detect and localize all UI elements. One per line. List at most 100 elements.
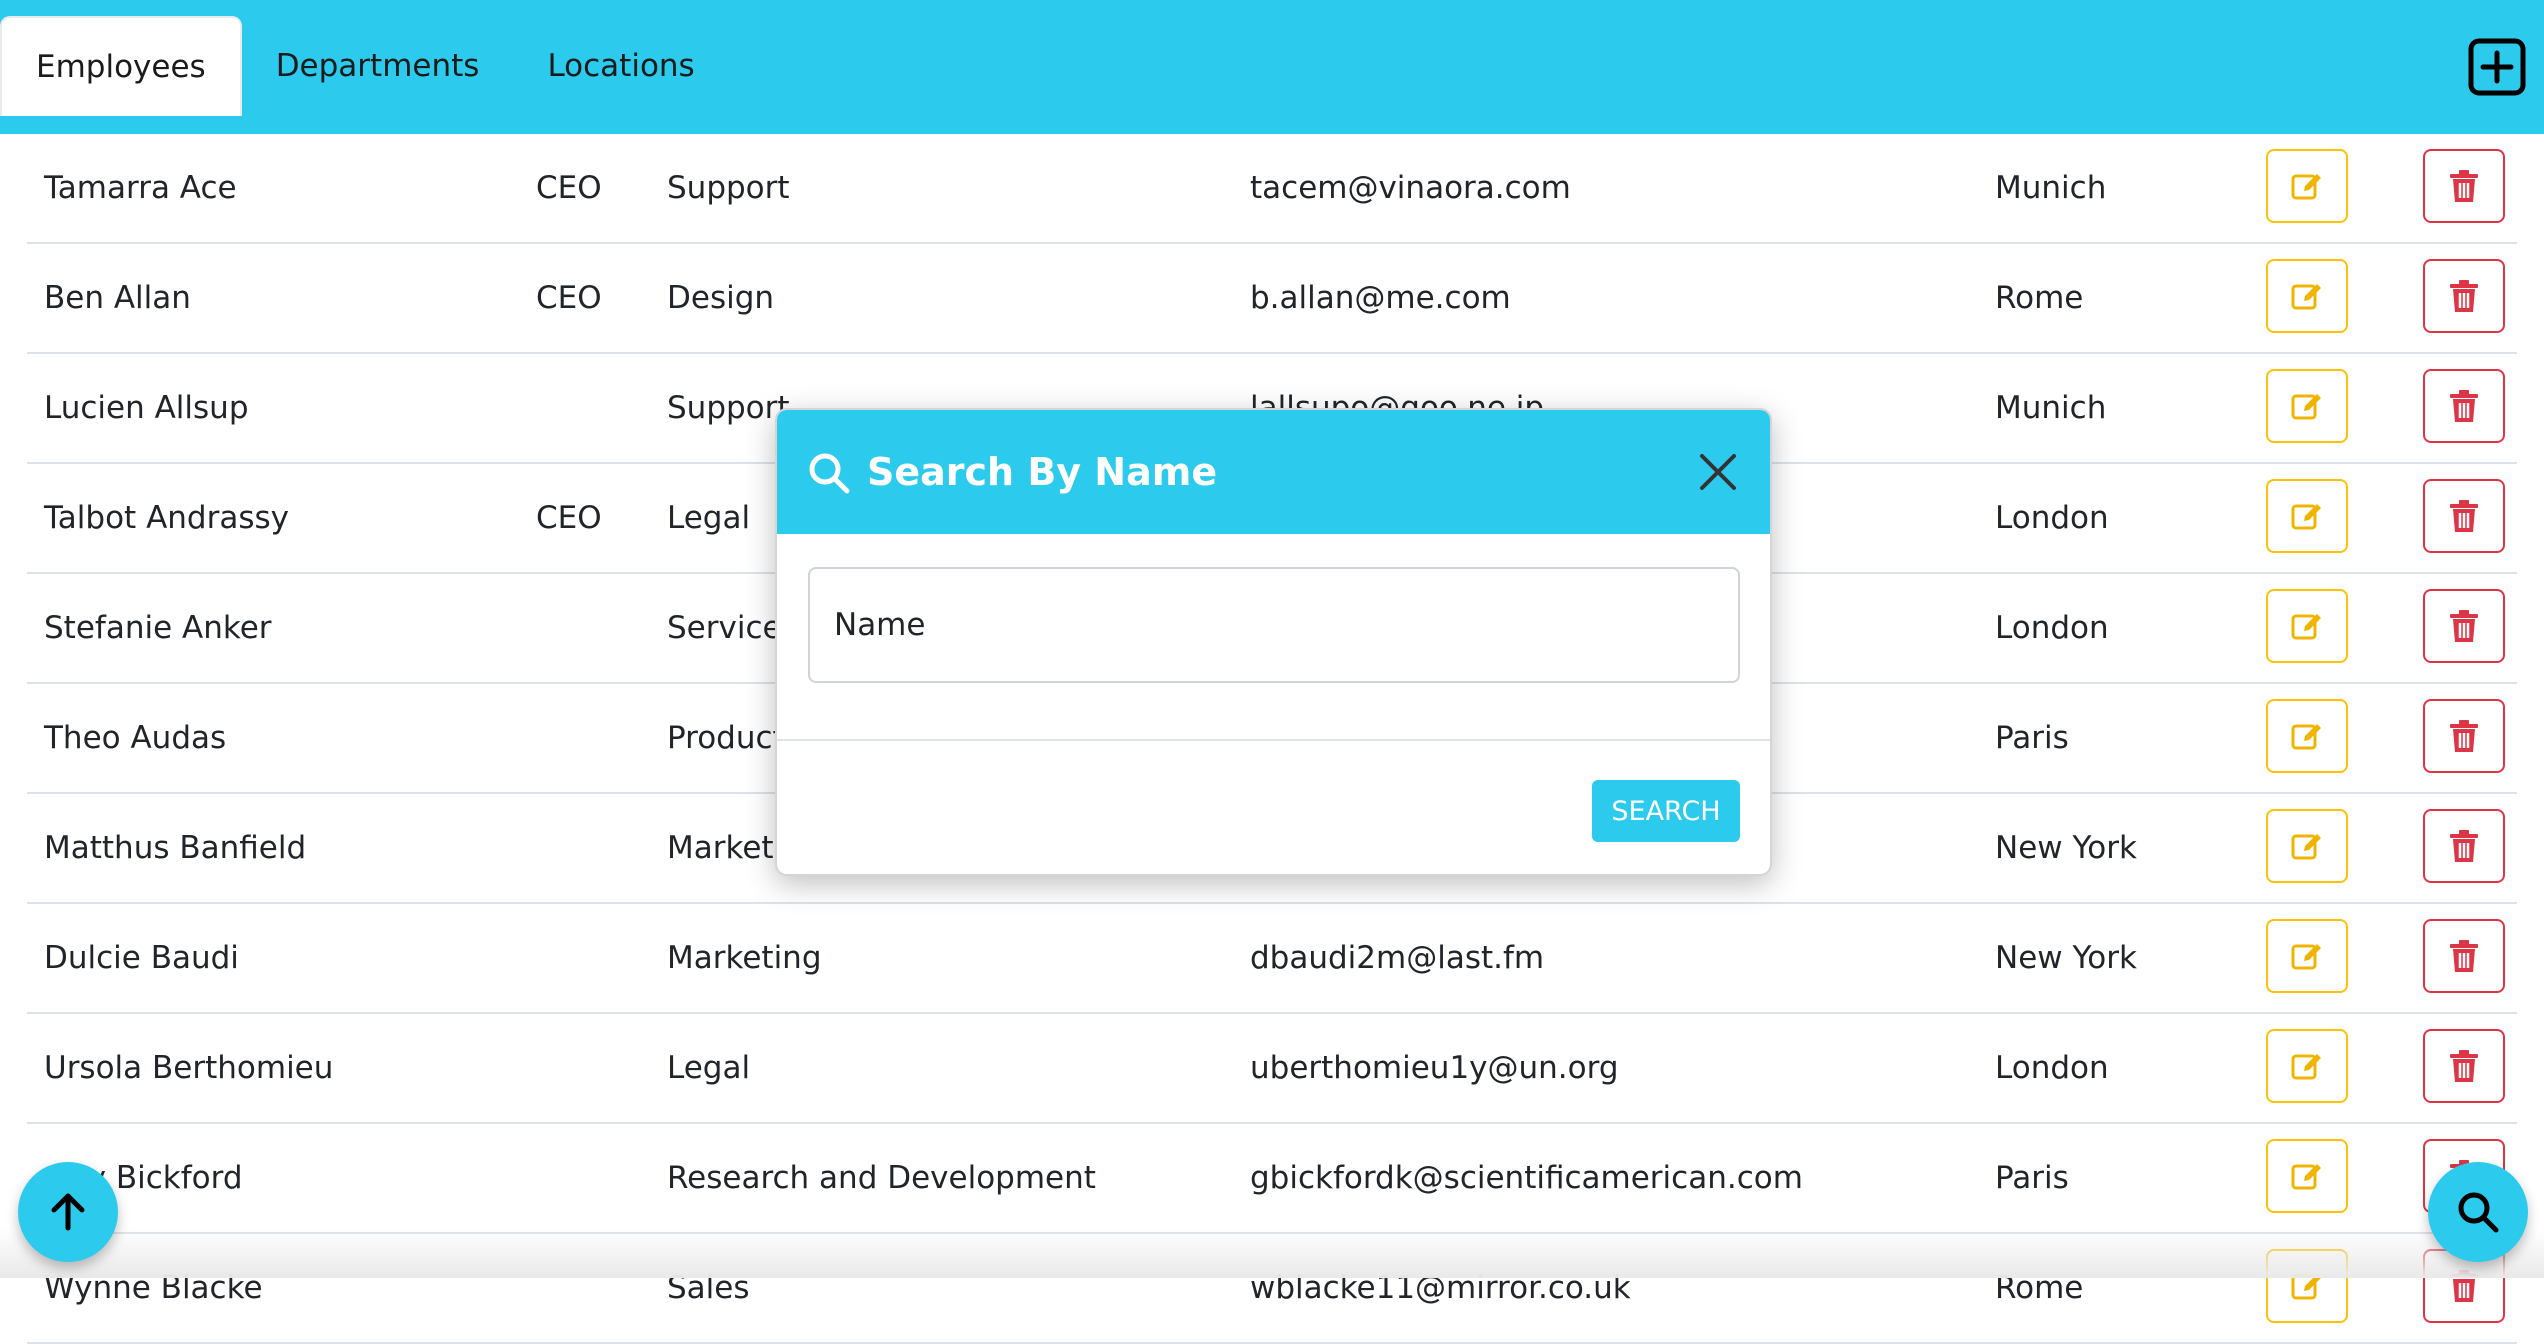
location: New York: [1995, 940, 2137, 976]
tab-locations[interactable]: Locations: [513, 16, 728, 116]
department: Legal: [667, 1050, 751, 1086]
table-row: Tamarra Ace CEO Support tacem@vinaora.com Mu…: [27, 134, 2517, 244]
table-row: Ursola Berthomieu Legal uberthomieu1y@un.o…: [27, 1014, 2517, 1124]
employee-name: Tamarra Ace: [44, 170, 237, 206]
department: Product: [667, 720, 785, 756]
location: Munich: [1995, 390, 2107, 426]
department: Marketing: [667, 940, 822, 976]
edit-button[interactable]: [2266, 589, 2348, 663]
edit-icon: [2291, 1164, 2321, 1190]
edit-button[interactable]: [2266, 479, 2348, 553]
edit-icon: [2291, 394, 2321, 420]
top-nav: Employees Departments Locations: [0, 0, 2544, 134]
edit-button[interactable]: [2266, 1139, 2348, 1213]
department: Support: [667, 170, 790, 206]
delete-button[interactable]: [2423, 809, 2505, 883]
edit-icon: [2291, 174, 2321, 200]
trash-icon: [2450, 170, 2478, 202]
delete-button[interactable]: [2423, 1029, 2505, 1103]
delete-button[interactable]: [2423, 589, 2505, 663]
employee-name: Matthus Banfield: [44, 830, 307, 866]
table-row: Ben Allan CEO Design b.allan@me.com Rome: [27, 244, 2517, 354]
modal-header: Search By Name: [777, 410, 1770, 534]
trash-icon: [2450, 940, 2478, 972]
email: tacem@vinaora.com: [1250, 170, 1571, 206]
trash-icon: [2450, 830, 2478, 862]
delete-button[interactable]: [2423, 259, 2505, 333]
department: Marketi: [667, 830, 783, 866]
edit-icon: [2291, 834, 2321, 860]
delete-button[interactable]: [2423, 479, 2505, 553]
department: Service: [667, 610, 782, 646]
modal-title: Search By Name: [867, 450, 1218, 494]
close-icon[interactable]: [1696, 450, 1740, 494]
delete-button[interactable]: [2423, 369, 2505, 443]
modal-body: [777, 534, 1770, 741]
delete-button[interactable]: [2423, 919, 2505, 993]
email: gbickfordk@scientificamerican.com: [1250, 1160, 1803, 1196]
edit-icon: [2291, 724, 2321, 750]
edit-icon: [2291, 944, 2321, 970]
trash-icon: [2450, 390, 2478, 422]
search-modal: Search By Name SEARCH: [775, 408, 1772, 876]
edit-button[interactable]: [2266, 919, 2348, 993]
tab-bar: Employees Departments Locations: [0, 16, 729, 116]
delete-button[interactable]: [2423, 149, 2505, 223]
edit-icon: [2291, 614, 2321, 640]
edit-button[interactable]: [2266, 699, 2348, 773]
edit-button[interactable]: [2266, 809, 2348, 883]
employee-name: Dulcie Baudi: [44, 940, 239, 976]
delete-button[interactable]: [2423, 699, 2505, 773]
location: London: [1995, 500, 2109, 536]
trash-icon: [2450, 500, 2478, 532]
location: Paris: [1995, 1160, 2069, 1196]
job-title: CEO: [536, 280, 602, 316]
search-icon: [809, 453, 850, 494]
department: Research and Development: [667, 1160, 1096, 1196]
email: b.allan@me.com: [1250, 280, 1511, 316]
trash-icon: [2450, 1050, 2478, 1082]
edit-button[interactable]: [2266, 369, 2348, 443]
open-search-button[interactable]: [2428, 1162, 2528, 1262]
employee-name: Theo Audas: [44, 720, 227, 756]
location: Munich: [1995, 170, 2107, 206]
tab-employees[interactable]: Employees: [0, 16, 242, 116]
department: Design: [667, 280, 775, 316]
location: Paris: [1995, 720, 2069, 756]
employee-name: Lucien Allsup: [44, 390, 249, 426]
edit-button[interactable]: [2266, 1029, 2348, 1103]
job-title: CEO: [536, 500, 602, 536]
trash-icon: [2450, 280, 2478, 312]
search-button[interactable]: SEARCH: [1592, 780, 1740, 842]
edit-icon: [2291, 504, 2321, 530]
add-button[interactable]: [2468, 38, 2526, 96]
name-search-input[interactable]: [808, 567, 1740, 683]
edit-button[interactable]: [2266, 149, 2348, 223]
employee-name: Ursola Berthomieu: [44, 1050, 334, 1086]
plus-square-icon: [2468, 38, 2526, 96]
employee-name: Ben Allan: [44, 280, 191, 316]
bottom-fade: [0, 1228, 2544, 1278]
location: Rome: [1995, 280, 2084, 316]
edit-icon: [2291, 1054, 2321, 1080]
edit-button[interactable]: [2266, 259, 2348, 333]
department: Legal: [667, 500, 751, 536]
employee-name: Stefanie Anker: [44, 610, 272, 646]
trash-icon: [2450, 720, 2478, 752]
location: London: [1995, 610, 2109, 646]
tab-departments[interactable]: Departments: [242, 16, 514, 116]
email: uberthomieu1y@un.org: [1250, 1050, 1619, 1086]
scroll-top-button[interactable]: [18, 1162, 118, 1262]
trash-icon: [2450, 610, 2478, 642]
arrow-up-icon: [51, 1193, 85, 1231]
email: dbaudi2m@last.fm: [1250, 940, 1545, 976]
location: London: [1995, 1050, 2109, 1086]
employee-name: Talbot Andrassy: [44, 500, 289, 536]
location: New York: [1995, 830, 2137, 866]
search-icon: [2458, 1192, 2499, 1233]
table-row: Guy Bickford Research and Development gbic…: [27, 1124, 2517, 1234]
table-row: Dulcie Baudi Marketing dbaudi2m@last.fm New…: [27, 904, 2517, 1014]
department: Support: [667, 390, 790, 426]
edit-icon: [2291, 284, 2321, 310]
job-title: CEO: [536, 170, 602, 206]
